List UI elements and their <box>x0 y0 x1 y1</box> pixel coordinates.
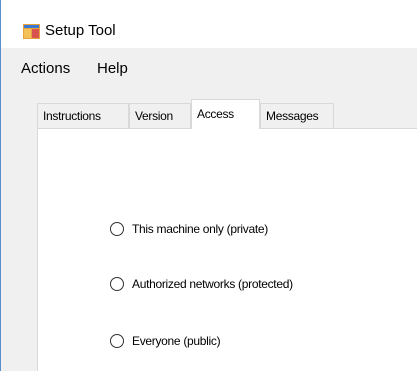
radio-public[interactable]: Everyone (public) <box>110 332 221 350</box>
radio-button[interactable] <box>110 222 124 236</box>
radio-label-public[interactable]: Everyone (public) <box>132 334 221 348</box>
radio-label-protected[interactable]: Authorized networks (protected) <box>132 277 293 291</box>
title-bar[interactable]: Setup Tool <box>1 0 417 48</box>
setup-tool-window: Setup Tool Actions Help Instructions Ver… <box>0 0 417 371</box>
window-title: Setup Tool <box>45 22 116 39</box>
menu-bar: Actions Help <box>1 48 417 86</box>
tab-access[interactable]: Access <box>191 99 260 129</box>
menu-help[interactable]: Help <box>97 60 128 77</box>
client-area: Instructions Version Access Messages Thi… <box>1 86 417 371</box>
app-window-icon <box>23 24 40 39</box>
radio-label-private[interactable]: This machine only (private) <box>132 222 268 236</box>
radio-protected[interactable]: Authorized networks (protected) <box>110 275 293 293</box>
tab-instructions[interactable]: Instructions <box>37 103 129 128</box>
tab-strip: Instructions Version Access Messages <box>37 99 417 129</box>
radio-private[interactable]: This machine only (private) <box>110 220 268 238</box>
radio-button[interactable] <box>110 277 124 291</box>
tab-version[interactable]: Version <box>129 103 191 128</box>
access-tab-page: This machine only (private) Authorized n… <box>37 128 417 371</box>
radio-button[interactable] <box>110 334 124 348</box>
tab-messages[interactable]: Messages <box>260 103 334 128</box>
menu-actions[interactable]: Actions <box>21 60 70 77</box>
